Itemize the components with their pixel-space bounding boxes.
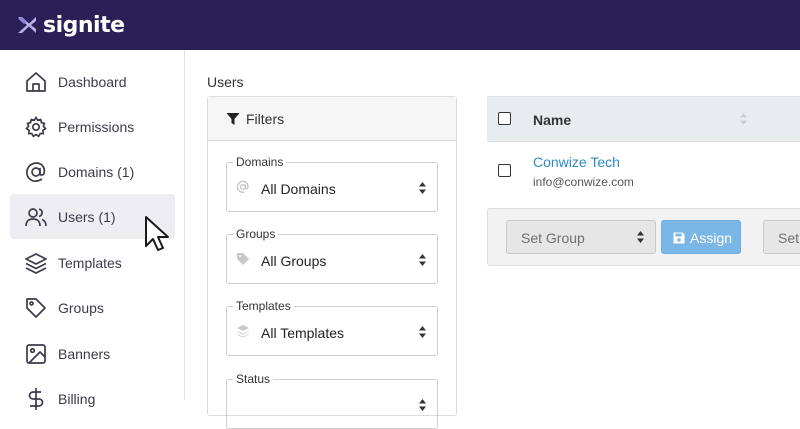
set-select[interactable]: Set xyxy=(763,220,800,254)
sidebar-item-label: Templates xyxy=(58,254,122,271)
select-caret-icon xyxy=(419,326,426,338)
layers-icon xyxy=(237,325,249,338)
assign-label: Assign xyxy=(690,230,733,246)
filters-title: Filters xyxy=(246,110,285,127)
filter-icon xyxy=(226,112,240,125)
sidebar-item-banners[interactable]: Banners xyxy=(10,331,175,376)
table-row: Conwize Tech info@conwize.com xyxy=(487,142,800,206)
tag-icon xyxy=(26,297,46,318)
home-icon xyxy=(26,71,46,92)
signite-logo-icon xyxy=(18,17,36,33)
set-group-select[interactable]: Set Group xyxy=(506,220,656,254)
sidebar-item-label: Users (1) xyxy=(58,208,116,225)
users-icon xyxy=(25,207,47,226)
domains-filter-label: Domains xyxy=(233,155,287,169)
users-table: Name Conwize Tech info@conwize.com xyxy=(487,96,800,206)
select-caret-icon xyxy=(419,182,426,194)
bulk-actions-bar: Set Group Assign Set xyxy=(487,208,800,266)
groups-filter-select[interactable]: Groups All Groups xyxy=(226,227,438,284)
groups-filter-value: All Groups xyxy=(261,253,327,269)
templates-filter-select[interactable]: Templates All Templates xyxy=(226,299,438,356)
select-all-checkbox[interactable] xyxy=(498,112,511,125)
at-icon xyxy=(236,180,249,193)
groups-filter-label: Groups xyxy=(233,227,279,241)
filters-panel: Filters Domains All Domains Groups All G… xyxy=(207,96,457,429)
mouse-cursor-icon xyxy=(145,216,169,251)
status-filter-select[interactable]: Status xyxy=(226,372,438,429)
user-email: info@conwize.com xyxy=(533,175,634,189)
sidebar-item-domains[interactable]: Domains (1) xyxy=(10,149,175,194)
domains-filter-value: All Domains xyxy=(261,181,336,197)
sidebar-item-label: Banners xyxy=(58,345,111,362)
sidebar-item-billing[interactable]: Billing xyxy=(10,376,175,421)
select-caret-icon xyxy=(419,254,426,266)
brand-name: signite xyxy=(43,12,125,38)
top-bar: signite xyxy=(0,0,800,50)
set-group-label: Set Group xyxy=(521,230,585,246)
page-title: Users xyxy=(207,74,244,90)
sort-icon[interactable] xyxy=(739,112,748,126)
sidebar-item-dashboard[interactable]: Dashboard xyxy=(10,59,175,104)
row-checkbox[interactable] xyxy=(498,164,511,177)
tag-icon xyxy=(237,253,249,265)
at-icon xyxy=(26,161,46,182)
assign-button[interactable]: Assign xyxy=(661,220,741,254)
status-filter-label: Status xyxy=(233,372,274,386)
sidebar-item-label: Billing xyxy=(58,390,96,407)
save-icon xyxy=(673,232,685,244)
brand-logo[interactable]: signite xyxy=(16,12,125,38)
image-icon xyxy=(26,343,46,364)
gear-icon xyxy=(25,115,47,137)
set-label: Set xyxy=(778,230,800,246)
templates-filter-value: All Templates xyxy=(261,325,345,341)
domains-filter-select[interactable]: Domains All Domains xyxy=(226,155,438,212)
sidebar-item-label: Groups xyxy=(58,299,104,316)
filters-header: Filters xyxy=(208,97,456,141)
sidebar-item-label: Dashboard xyxy=(58,73,127,90)
templates-filter-label: Templates xyxy=(233,299,294,313)
sidebar-item-label: Permissions xyxy=(58,118,135,135)
sidebar-item-permissions[interactable]: Permissions xyxy=(10,104,175,149)
layers-icon xyxy=(25,252,47,274)
user-name-link[interactable]: Conwize Tech xyxy=(533,154,620,170)
select-caret-icon xyxy=(637,231,644,243)
select-caret-icon xyxy=(419,399,426,411)
column-header-name[interactable]: Name xyxy=(533,112,571,128)
sidebar-item-groups[interactable]: Groups xyxy=(10,285,175,330)
table-header: Name xyxy=(487,96,800,142)
dollar-icon xyxy=(28,387,44,410)
sidebar-item-label: Domains (1) xyxy=(58,163,135,180)
main-content: Users Filters Domains All Domains Groups… xyxy=(185,50,800,429)
